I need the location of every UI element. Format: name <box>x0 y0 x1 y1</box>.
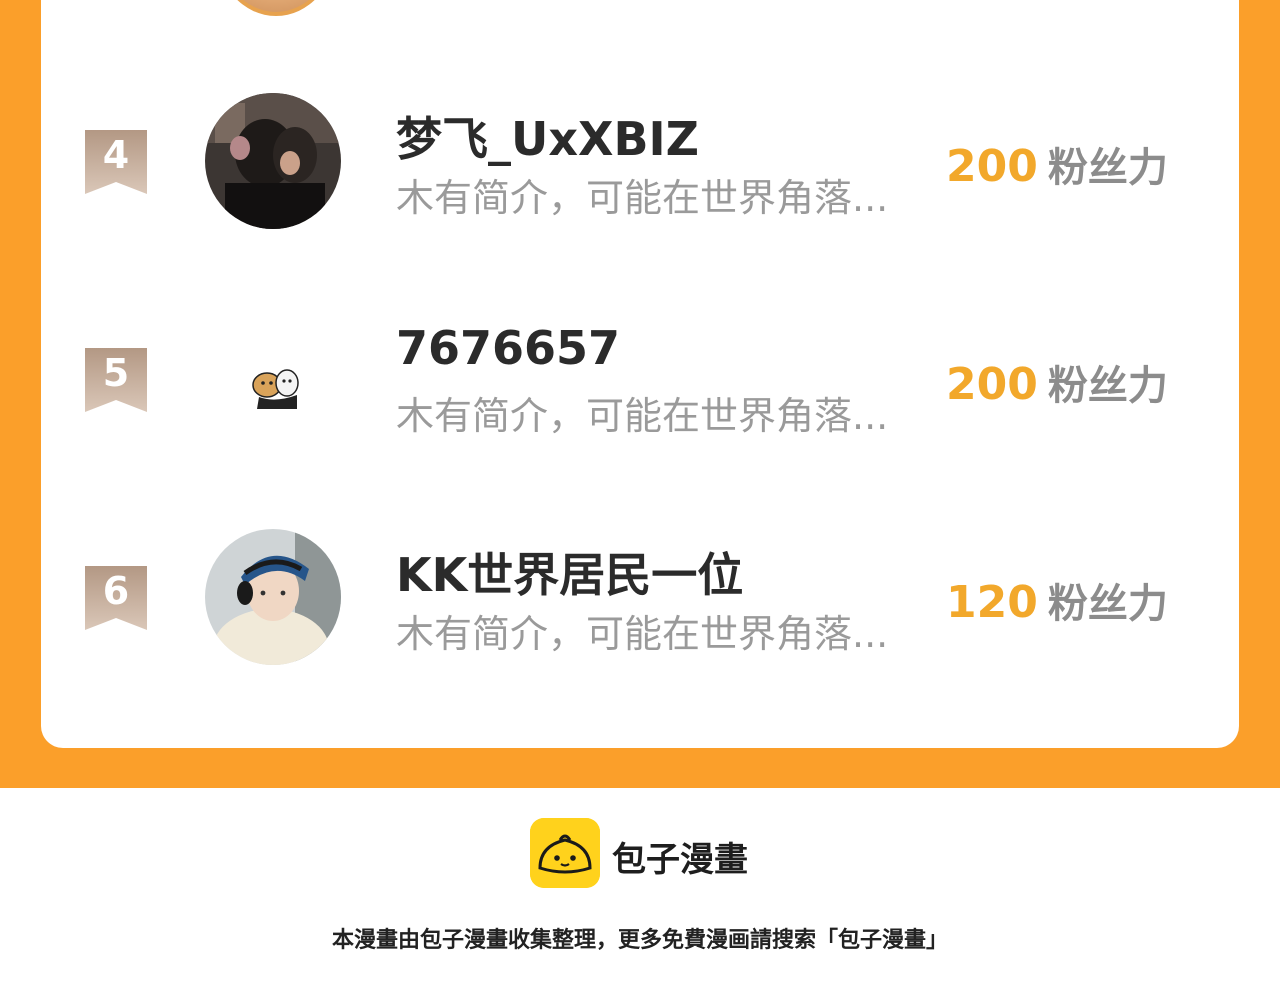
ranking-row[interactable]: 5 7676657 木有简介，可能在世界角落... 200 粉丝力 <box>0 303 1280 463</box>
brand-name: 包子漫畫 <box>612 840 748 880</box>
user-description: 木有简介，可能在世界角落... <box>396 612 889 656</box>
ranking-row[interactable]: 6 KK世界居民一位 木有简介，可能在世界角落... 120 粉丝力 <box>0 521 1280 681</box>
rank-number: 6 <box>102 569 130 613</box>
headphones-boy-avatar-icon <box>205 529 341 665</box>
fans-power: 200 粉丝力 <box>946 135 1168 193</box>
fans-count: 120 <box>946 577 1038 628</box>
fans-unit-label: 粉丝力 <box>1047 581 1168 627</box>
fans-unit-label: 粉丝力 <box>1047 363 1168 409</box>
fans-count: 200 <box>946 359 1038 410</box>
rank-number: 4 <box>102 133 130 177</box>
rank-badge: 4 <box>85 130 147 194</box>
user-avatar[interactable] <box>205 311 341 447</box>
user-avatar[interactable] <box>205 93 341 229</box>
rank-badge: 6 <box>85 566 147 630</box>
fans-power: 200 粉丝力 <box>946 353 1168 411</box>
user-name[interactable]: 7676657 <box>396 321 620 375</box>
ranking-row[interactable]: 4 梦飞_UxXBIZ 木有简介，可能在世界角落... 200 粉丝力 <box>0 85 1280 245</box>
fans-unit-label: 粉丝力 <box>1047 145 1168 191</box>
user-name[interactable]: KK世界居民一位 <box>396 539 743 605</box>
cartoon-sticker-avatar-icon <box>205 311 341 447</box>
footer-note: 本漫畫由包子漫畫收集整理，更多免費漫画請搜索「包子漫畫」 <box>331 928 948 953</box>
fans-count: 200 <box>946 141 1038 192</box>
fans-power: 120 粉丝力 <box>946 571 1168 629</box>
user-name[interactable]: 梦飞_UxXBIZ <box>396 103 699 169</box>
user-description: 木有简介，可能在世界角落... <box>396 176 889 220</box>
baozi-bun-logo-icon <box>530 818 600 888</box>
couple-photo-avatar-icon <box>205 93 341 229</box>
user-description: 木有简介，可能在世界角落... <box>396 394 889 438</box>
user-avatar[interactable] <box>205 529 341 665</box>
rank-badge: 5 <box>85 348 147 412</box>
rank-number: 5 <box>102 351 130 395</box>
